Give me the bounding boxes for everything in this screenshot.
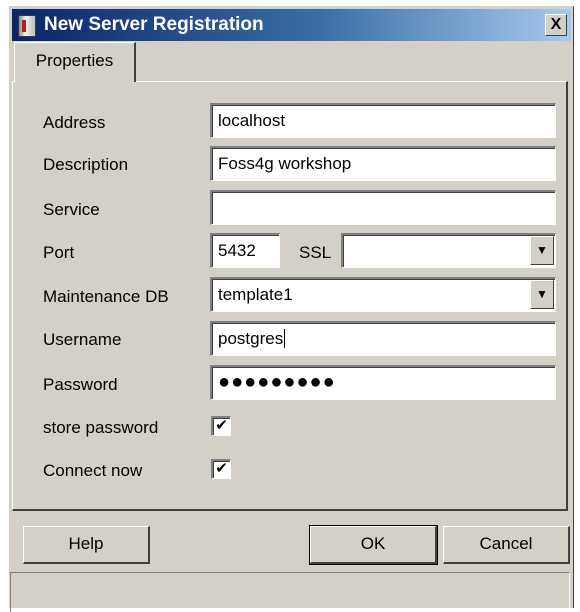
- password-field[interactable]: ●●●●●●●●●: [210, 365, 556, 400]
- connect-now-checkbox[interactable]: ✔: [211, 459, 231, 479]
- port-field[interactable]: 5432: [210, 233, 280, 268]
- username-field[interactable]: postgres​: [210, 321, 556, 356]
- chevron-down-icon: ▼: [536, 287, 548, 301]
- ssl-label: SSL: [299, 243, 332, 262]
- close-button[interactable]: X: [545, 14, 567, 36]
- tab-properties[interactable]: Properties: [14, 42, 136, 82]
- description-field[interactable]: Foss4g workshop: [210, 146, 556, 181]
- title-bar[interactable]: New Server Registration X: [12, 9, 571, 41]
- service-field[interactable]: [210, 190, 556, 225]
- chevron-down-icon: ▼: [536, 243, 548, 257]
- store-password-checkbox[interactable]: ✔: [211, 416, 231, 436]
- properties-panel: Address localhost Description Foss4g wor…: [12, 81, 568, 511]
- username-value: postgres: [218, 329, 284, 348]
- connect-now-label: Connect now: [43, 461, 143, 480]
- ssl-select-value: [343, 241, 349, 260]
- address-field[interactable]: localhost: [210, 103, 556, 138]
- help-button[interactable]: Help: [23, 526, 150, 564]
- password-label: Password: [43, 375, 118, 394]
- description-label: Description: [43, 155, 129, 174]
- maintenance-db-value: template1: [218, 285, 293, 304]
- ssl-select[interactable]: ▼: [341, 233, 556, 268]
- address-label: Address: [43, 113, 106, 132]
- text-cursor: ​: [284, 329, 286, 348]
- username-label: Username: [43, 330, 122, 349]
- status-bar: [10, 572, 570, 612]
- ssl-dropdown-button[interactable]: ▼: [530, 236, 554, 265]
- window-title: New Server Registration: [44, 14, 264, 35]
- maintenance-db-select[interactable]: template1 ▼: [210, 277, 556, 312]
- maintenance-db-label: Maintenance DB: [43, 287, 169, 306]
- service-label: Service: [43, 200, 100, 219]
- port-label: Port: [43, 243, 75, 262]
- store-password-label: store password: [43, 418, 159, 437]
- server-icon: [18, 15, 36, 37]
- maintenance-db-dropdown-button[interactable]: ▼: [530, 280, 554, 309]
- cancel-button[interactable]: Cancel: [443, 526, 570, 564]
- ok-button[interactable]: OK: [309, 525, 438, 565]
